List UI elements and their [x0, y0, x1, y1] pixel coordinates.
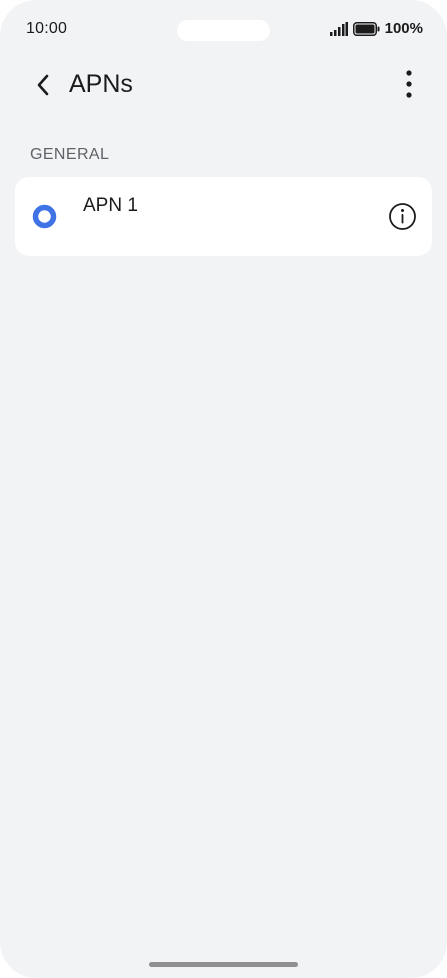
battery-icon	[352, 21, 380, 36]
back-button[interactable]	[26, 68, 60, 102]
page-title: APNs	[69, 70, 133, 98]
signal-bars-icon	[329, 21, 348, 36]
status-time: 10:00	[26, 20, 68, 37]
status-indicators: 100%	[329, 20, 423, 37]
info-icon[interactable]	[388, 202, 417, 231]
apn-list-item[interactable]: APN 1	[15, 177, 432, 256]
more-options-button[interactable]	[393, 66, 425, 102]
phone-screen: 10:00 100% APNs GENERAL APN 1	[0, 0, 447, 978]
apn-name: APN 1	[83, 195, 138, 216]
camera-pill	[177, 20, 270, 41]
more-vertical-icon	[406, 70, 412, 98]
apn-list-card: APN 1	[15, 177, 432, 256]
radio-selected-icon[interactable]	[32, 204, 57, 229]
app-header: APNs	[0, 60, 447, 108]
section-label-general: GENERAL	[30, 146, 110, 163]
status-bar: 10:00 100%	[0, 0, 447, 60]
home-indicator[interactable]	[149, 962, 298, 967]
chevron-left-icon	[37, 74, 49, 96]
battery-percent: 100%	[384, 20, 423, 37]
